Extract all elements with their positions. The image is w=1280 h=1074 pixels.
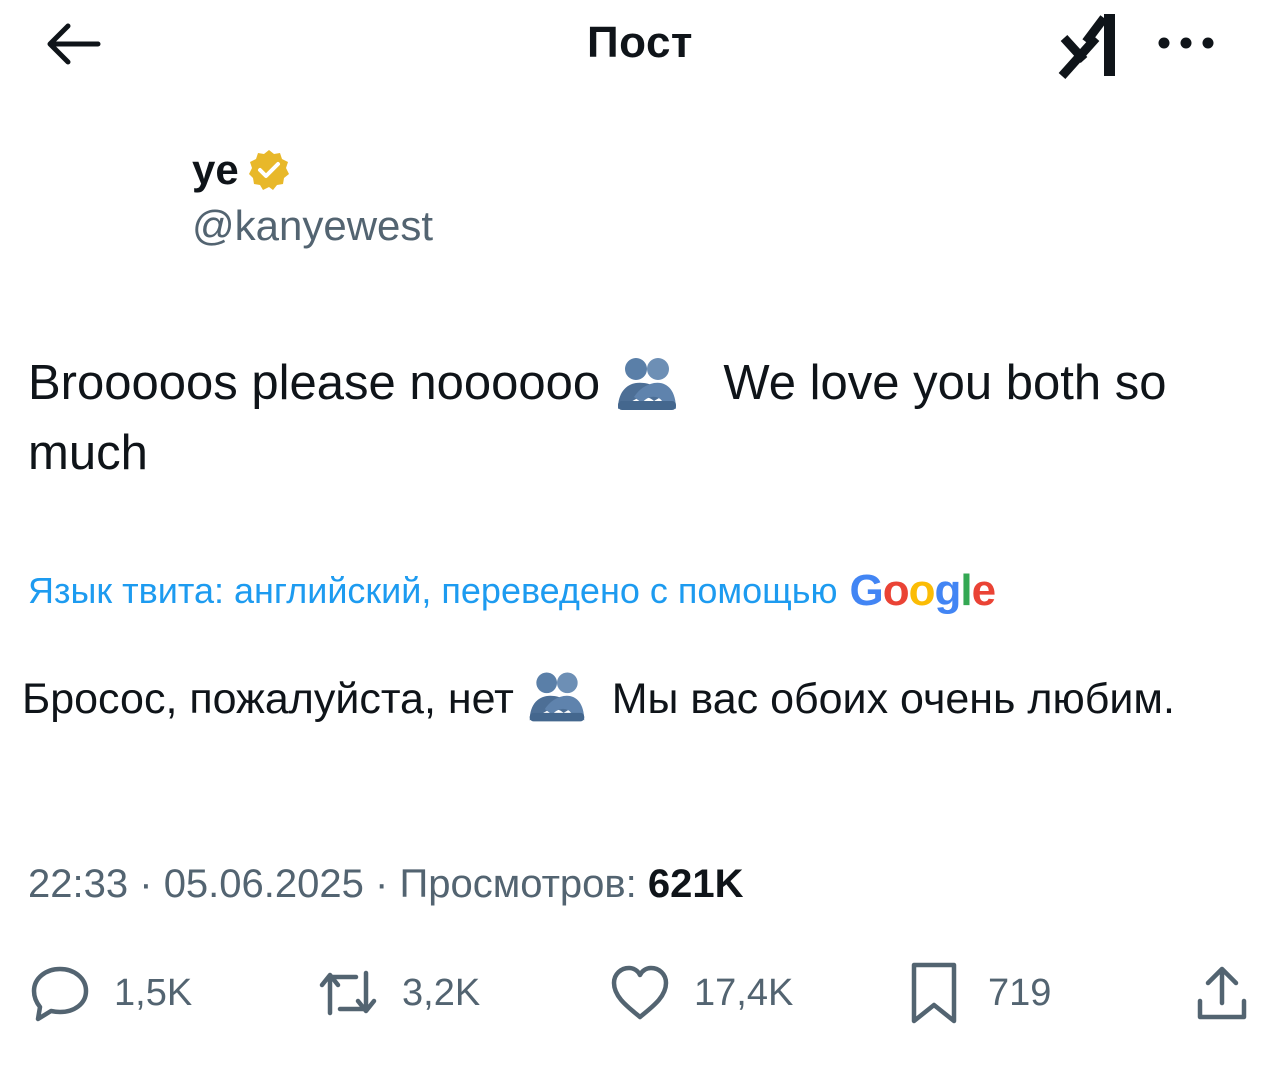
repost-count: 3,2K [402,971,481,1014]
share-icon [1197,966,1247,1020]
google-logo: Google [849,566,997,615]
verified-gold-icon[interactable] [247,148,291,192]
reply-icon [31,966,89,1022]
like-count: 17,4K [694,971,794,1014]
tweet-time[interactable]: 22:33 [28,862,128,906]
translated-text-part1: Бросос, пожалуйста, нет [22,675,514,723]
author-handle[interactable]: @kanyewest [192,202,433,250]
bookmark-icon [911,962,957,1024]
grok-button[interactable] [1056,10,1124,80]
more-horizontal-icon [1158,37,1214,49]
more-options-button[interactable] [1154,26,1218,60]
people-hugging-emoji-icon [617,358,676,410]
heart-icon [611,965,669,1020]
bookmark-count: 719 [988,971,1052,1014]
tweet-author[interactable]: ye @kanyewest [192,140,433,250]
bookmark-button[interactable]: 719 [902,958,1051,1028]
meta-separator: · [375,862,389,906]
reply-button[interactable]: 1,5K [28,958,192,1028]
tweet-text-part1: Brooooos please noooooo [28,356,601,410]
tweet-text: Brooooos please noooooo We love you both… [28,348,1253,488]
share-button[interactable] [1190,958,1254,1028]
views-count[interactable]: 621K [648,862,744,906]
tweet-date[interactable]: 05.06.2025 [164,862,364,906]
translation-label[interactable]: Язык твита: английский, переведено с пом… [28,570,838,612]
like-button[interactable]: 17,4K [608,958,793,1028]
tweet-meta: 22:33 · 05.06.2025 · Просмотров: 621K [28,862,744,907]
top-bar: Пост [0,0,1280,90]
repost-icon [319,970,377,1016]
reply-count: 1,5K [114,971,193,1014]
meta-separator: · [139,862,153,906]
repost-button[interactable]: 3,2K [316,958,480,1028]
tweet-actions: 1,5K 3,2K 17,4K 719 [0,958,1280,1028]
grok-icon [1058,14,1115,80]
people-hugging-emoji-icon [529,672,584,722]
translated-text-part2: Мы вас обоих очень любим. [611,675,1175,723]
author-display-name[interactable]: ye [192,146,239,194]
translated-text: Бросос, пожалуйста, нет Мы вас обоих оче… [22,666,1222,733]
views-label: Просмотров: [399,862,637,906]
author-name-row: ye [192,140,433,200]
translation-notice[interactable]: Язык твита: английский, переведено с пом… [28,566,997,616]
